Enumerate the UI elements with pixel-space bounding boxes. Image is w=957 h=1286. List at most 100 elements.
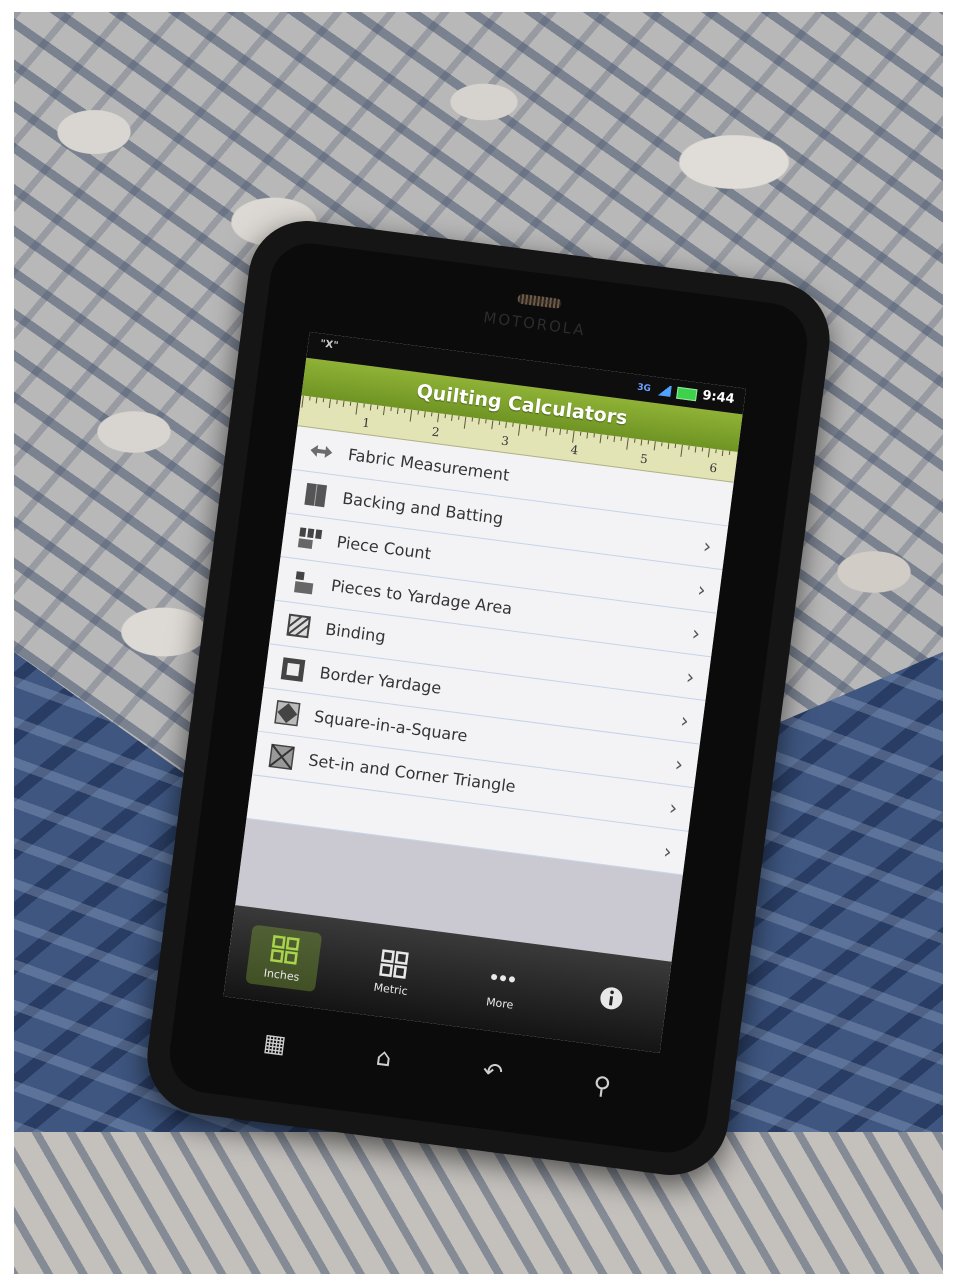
tab-more[interactable]: More bbox=[464, 958, 539, 1014]
pieces-yardage-icon bbox=[294, 570, 314, 594]
chevron-right-icon: › bbox=[662, 838, 674, 864]
battery-icon bbox=[675, 386, 698, 401]
ruler-tick bbox=[539, 426, 541, 431]
grid-icon bbox=[270, 934, 300, 965]
ruler-tick bbox=[355, 402, 359, 415]
light-quilt-fabric bbox=[14, 1132, 943, 1274]
ruler-tick bbox=[715, 449, 717, 454]
ruler-tick bbox=[498, 421, 501, 426]
home-key-icon[interactable]: ⌂ bbox=[362, 1041, 405, 1074]
ruler-tick bbox=[728, 450, 731, 456]
ruler-tick bbox=[471, 417, 474, 422]
ruler-tick bbox=[328, 399, 331, 409]
ruler-tick bbox=[694, 446, 697, 453]
ruler-tick bbox=[626, 437, 629, 450]
ruler-tick bbox=[634, 438, 636, 443]
ruler-tick bbox=[417, 410, 419, 415]
ruler-tick bbox=[525, 424, 528, 429]
phone-screen: "X" 3G 9:44 Quilting Calculators 1 2 3 4… bbox=[223, 331, 746, 1054]
square-in-square-icon bbox=[274, 699, 301, 726]
piece-count-icon bbox=[297, 526, 323, 549]
ruler-tick bbox=[640, 439, 643, 446]
tab-info[interactable] bbox=[574, 979, 648, 1022]
chevron-right-icon: › bbox=[690, 620, 702, 646]
ruler-tick bbox=[363, 403, 365, 408]
ruler-tick bbox=[559, 428, 562, 436]
menu-key-icon[interactable]: ▦ bbox=[253, 1027, 296, 1060]
ruler-tick bbox=[322, 398, 325, 403]
ruler-tick bbox=[376, 405, 379, 410]
ruler-tick bbox=[674, 443, 677, 449]
chevron-right-icon: › bbox=[673, 751, 685, 777]
ruler-tick bbox=[586, 432, 589, 439]
menu-item-label: Binding bbox=[324, 619, 387, 647]
notification-icon: "X" bbox=[319, 338, 339, 352]
ruler-tick bbox=[606, 435, 609, 440]
ruler-tick bbox=[599, 434, 602, 444]
arrows-icon bbox=[310, 444, 333, 458]
ruler-tick bbox=[517, 423, 521, 436]
menu-item-label: Border Yardage bbox=[318, 663, 443, 698]
ruler-tick bbox=[444, 414, 447, 419]
ruler-tick bbox=[532, 425, 535, 432]
search-key-icon[interactable]: ⚲ bbox=[580, 1069, 623, 1102]
ruler-tick bbox=[349, 401, 352, 406]
ruler-tick bbox=[396, 407, 399, 414]
ruler-tick bbox=[566, 429, 568, 434]
ruler-tick bbox=[721, 450, 724, 457]
info-icon bbox=[600, 987, 623, 1010]
ruler-tick bbox=[512, 422, 514, 427]
ruler-tick bbox=[309, 396, 311, 401]
ruler-tick bbox=[458, 415, 460, 420]
ruler-tick bbox=[390, 407, 392, 412]
signal-icon bbox=[656, 384, 672, 397]
ruler-tick bbox=[579, 431, 582, 436]
ruler-tick bbox=[593, 433, 595, 438]
ruler-tick bbox=[451, 414, 453, 421]
back-key-icon[interactable]: ↶ bbox=[471, 1055, 514, 1088]
tab-label: Inches bbox=[263, 965, 301, 984]
chevron-right-icon: › bbox=[696, 577, 708, 602]
ruler-tick bbox=[301, 395, 304, 408]
dots-icon bbox=[491, 973, 516, 982]
ruler-tick bbox=[382, 406, 386, 416]
ruler-tick bbox=[688, 445, 690, 450]
ruler-tick bbox=[707, 448, 710, 458]
tab-label: More bbox=[485, 994, 515, 1012]
menu-item-label: Backing and Batting bbox=[341, 488, 505, 529]
ruler-tick bbox=[572, 430, 575, 443]
chevron-right-icon: › bbox=[679, 708, 691, 733]
border-icon bbox=[280, 656, 306, 682]
tab-metric[interactable]: Metric bbox=[355, 944, 430, 1000]
triangle-icon bbox=[268, 743, 295, 770]
ruler-tick bbox=[369, 404, 372, 411]
tab-label: Metric bbox=[372, 980, 409, 998]
ruler-tick bbox=[505, 421, 507, 429]
ruler-tick bbox=[315, 397, 318, 404]
menu-item-label: Square-in-a-Square bbox=[312, 706, 469, 746]
ruler-tick bbox=[613, 436, 616, 443]
ruler-tick bbox=[336, 399, 338, 405]
ruler-tick bbox=[701, 447, 704, 452]
calculator-list: Fabric Measurement Backing and Batting ›… bbox=[246, 426, 734, 876]
ruler-tick bbox=[667, 443, 670, 450]
ruler-tick bbox=[437, 413, 440, 423]
phone-device: MOTOROLA "X" 3G 9:44 Quilting Calculator… bbox=[140, 214, 837, 1182]
ruler-tick bbox=[409, 409, 413, 422]
backing-icon bbox=[304, 482, 328, 507]
ruler-tick bbox=[653, 441, 656, 451]
ruler-number: 4 bbox=[569, 442, 580, 458]
ruler-tick bbox=[423, 411, 426, 418]
menu-item-label: Fabric Measurement bbox=[346, 444, 511, 485]
network-indicator: 3G bbox=[636, 382, 652, 394]
ruler-tick bbox=[491, 420, 494, 430]
tab-inches[interactable]: Inches bbox=[245, 924, 323, 992]
grid-icon bbox=[379, 948, 409, 979]
ruler-tick bbox=[403, 408, 406, 413]
ruler-tick bbox=[430, 412, 433, 417]
clock: 9:44 bbox=[701, 388, 736, 408]
chevron-right-icon: › bbox=[701, 533, 713, 559]
ruler-tick bbox=[680, 444, 683, 457]
chevron-right-icon: › bbox=[684, 664, 696, 690]
ruler-tick bbox=[647, 440, 650, 445]
